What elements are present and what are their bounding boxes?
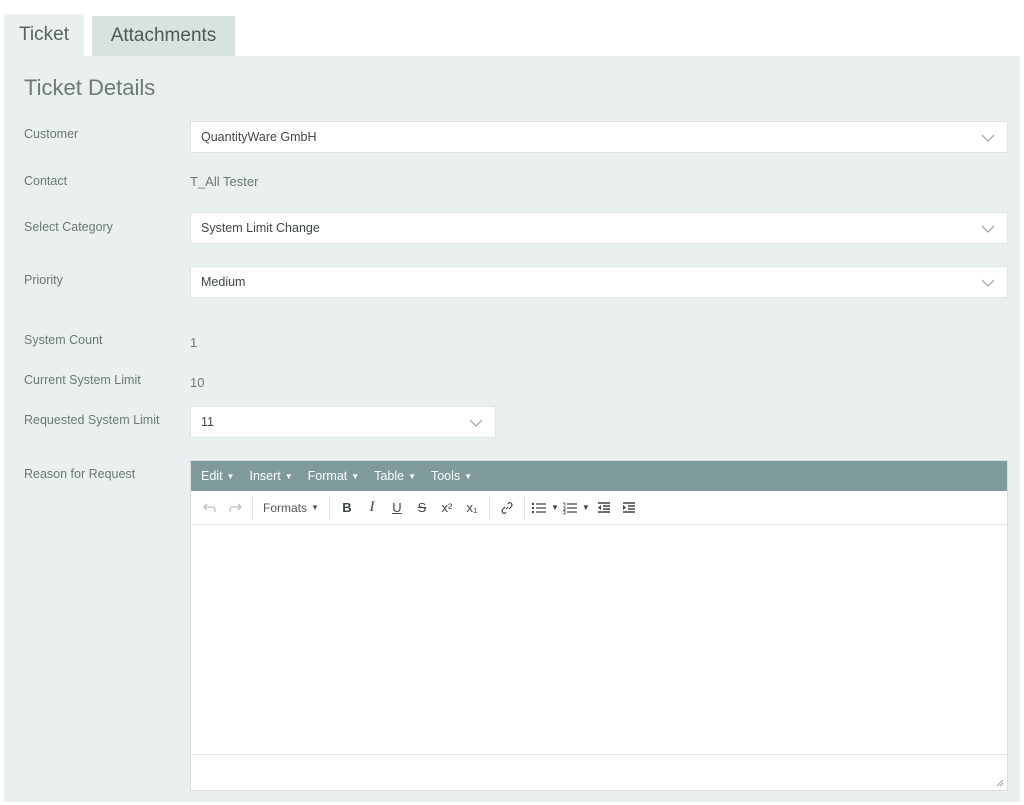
link-icon (501, 501, 513, 514)
toolbar-divider (523, 495, 525, 520)
superscript-icon: x² (441, 500, 453, 515)
reason-label: Reason for Request (24, 467, 136, 481)
priority-select[interactable]: Medium (190, 266, 1008, 298)
menu-format-label: Format (307, 469, 348, 483)
underline-button[interactable]: U (386, 496, 408, 520)
subscript-icon: x₁ (466, 500, 478, 515)
underline-icon: U (392, 500, 402, 515)
strikethrough-icon: S (417, 500, 427, 515)
editor-content-area[interactable] (191, 525, 1007, 754)
editor-menubar: Edit ▼ Insert ▼ Format ▼ Table ▼ Tools ▼ (191, 461, 1007, 491)
menu-insert[interactable]: Insert ▼ (249, 469, 292, 483)
outdent-icon (597, 501, 610, 513)
bold-icon: B (342, 500, 352, 515)
system-count-value: 1 (190, 335, 198, 350)
caret-down-icon: ▼ (408, 471, 416, 481)
caret-down-icon: ▼ (550, 503, 559, 512)
menu-insert-label: Insert (249, 469, 281, 483)
bullet-list-icon (531, 502, 546, 513)
chevron-down-icon (981, 279, 995, 287)
chevron-down-icon (469, 419, 483, 427)
toolbar-divider (488, 495, 490, 520)
indent-icon (622, 501, 635, 513)
editor-toolbar: Formats ▼ B I U S x² x₁ ▼ ▼ (191, 491, 1007, 525)
rich-text-editor: Edit ▼ Insert ▼ Format ▼ Table ▼ Tools ▼ Form… (190, 460, 1008, 791)
numbered-list-icon (562, 502, 577, 514)
tab-bar: Ticket Attachments (0, 0, 1024, 56)
outdent-button[interactable] (593, 496, 615, 520)
customer-value: QuantityWare GmbH (201, 130, 317, 144)
toolbar-divider (328, 495, 330, 520)
menu-edit[interactable]: Edit ▼ (201, 469, 234, 483)
customer-select[interactable]: QuantityWare GmbH (190, 121, 1008, 153)
requested-limit-select[interactable]: 11 (190, 406, 496, 438)
resize-handle-icon[interactable] (996, 779, 1004, 787)
menu-table[interactable]: Table ▼ (374, 469, 416, 483)
formats-dropdown[interactable]: Formats ▼ (259, 496, 323, 520)
menu-table-label: Table (374, 469, 405, 483)
customer-label: Customer (24, 127, 79, 141)
caret-down-icon: ▼ (284, 471, 293, 481)
strikethrough-button[interactable]: S (411, 496, 433, 520)
editor-statusbar (191, 754, 1007, 790)
bold-button[interactable]: B (336, 496, 358, 520)
category-label: Select Category (24, 220, 113, 234)
indent-button[interactable] (618, 496, 640, 520)
chevron-down-icon (981, 134, 995, 142)
subscript-button[interactable]: x₁ (461, 496, 483, 520)
page-title: Ticket Details (24, 75, 156, 100)
contact-label: Contact (24, 174, 68, 188)
italic-icon: I (369, 499, 375, 515)
category-value: System Limit Change (201, 221, 320, 235)
requested-limit-label: Requested System Limit (24, 413, 160, 427)
italic-button[interactable]: I (361, 496, 383, 520)
chevron-down-icon (981, 225, 995, 233)
caret-down-icon: ▼ (311, 503, 319, 512)
caret-down-icon: ▼ (581, 503, 590, 512)
undo-button[interactable] (199, 496, 221, 520)
formats-label: Formats (263, 500, 308, 515)
caret-down-icon: ▼ (351, 471, 360, 481)
tab-ticket[interactable]: Ticket (4, 14, 84, 56)
superscript-button[interactable]: x² (436, 496, 458, 520)
menu-tools[interactable]: Tools ▼ (431, 469, 472, 483)
caret-down-icon: ▼ (464, 471, 473, 481)
bullet-list-button[interactable]: ▼ (531, 496, 559, 520)
menu-tools-label: Tools (430, 469, 461, 483)
priority-label: Priority (24, 273, 63, 287)
redo-button[interactable] (224, 496, 246, 520)
priority-value: Medium (201, 275, 246, 289)
numbered-list-button[interactable]: ▼ (562, 496, 590, 520)
redo-icon (229, 503, 242, 512)
current-limit-label: Current System Limit (24, 373, 141, 387)
menu-edit-label: Edit (201, 469, 223, 483)
menu-format[interactable]: Format ▼ (308, 469, 360, 483)
toolbar-divider (252, 495, 253, 520)
requested-limit-value: 11 (201, 415, 214, 429)
undo-icon (203, 503, 216, 512)
contact-value: T_All Tester (190, 174, 259, 189)
link-button[interactable] (496, 496, 518, 520)
category-select[interactable]: System Limit Change (190, 212, 1008, 244)
tab-attachments[interactable]: Attachments (92, 16, 235, 56)
system-count-label: System Count (24, 333, 103, 347)
caret-down-icon: ▼ (226, 471, 235, 481)
current-limit-value: 10 (190, 375, 205, 390)
ticket-panel: Ticket Details Customer QuantityWare Gmb… (4, 56, 1020, 802)
